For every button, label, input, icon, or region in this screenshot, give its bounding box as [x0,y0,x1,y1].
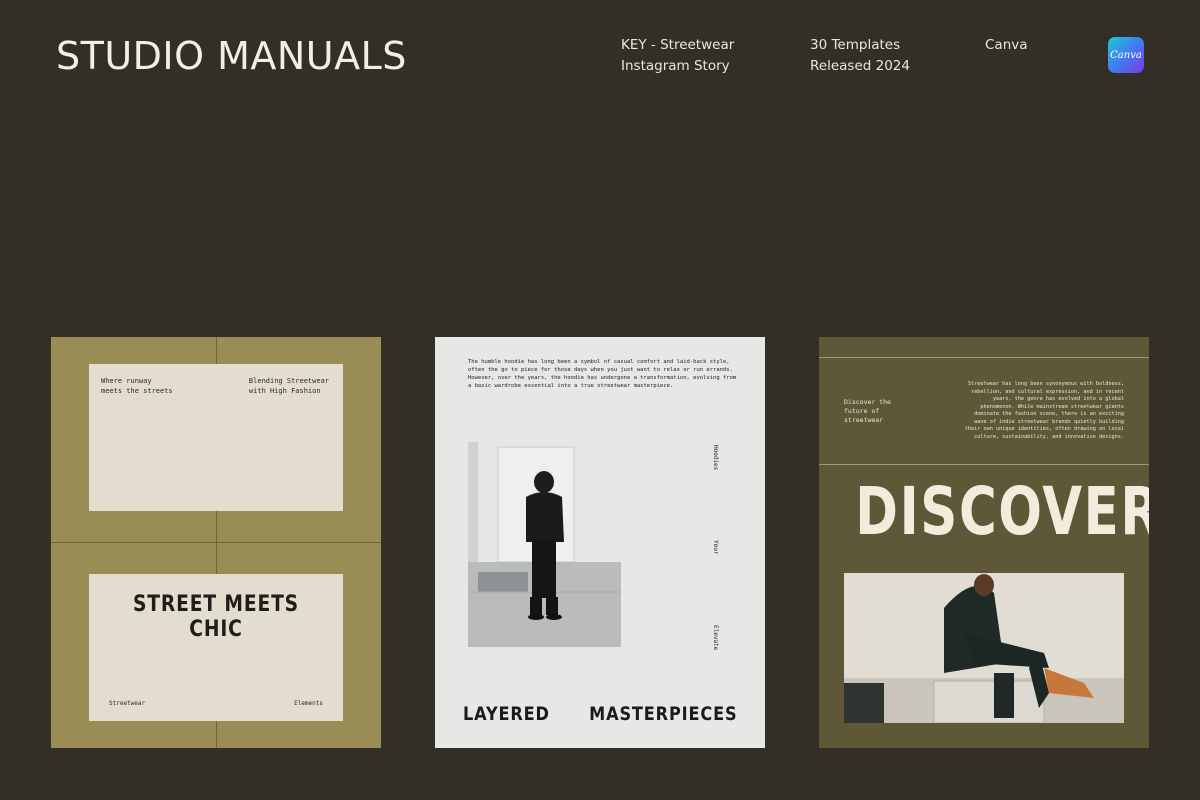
vertical-word-elevate: Elevate [712,625,719,651]
bottom-panel: STREET MEETS CHIC Streetwear Elements [89,574,343,721]
meta-templates-line1: 30 Templates [810,37,901,53]
vertical-word-your: Your [712,540,719,555]
footer-left-label: Streetwear [109,700,146,707]
meta-product: KEY - Streetwear Instagram Story [621,35,734,76]
headline-right: MASTERPIECES [588,703,737,725]
grid-divider-horizontal [51,542,381,543]
footer-right-label: Elements [294,700,323,707]
meta-templates: 30 Templates Released 2024 [810,35,910,76]
headline-left: LAYERED [463,703,550,725]
canva-logo-label: Canva [1110,49,1142,61]
streetwear-paragraph: Streetwear has long been synonymous with… [964,381,1124,440]
side-caption: Discover the future of streetwear [844,398,891,424]
hooded-man-photo [468,442,621,647]
meta-product-line2: Instagram Story [621,57,730,74]
template-card-street-meets-chic[interactable]: Where runway meets the streets Blending … [51,337,381,748]
canva-logo-icon: Canva [1108,37,1144,73]
hoodie-paragraph: The humble hoodie has long been a symbol… [468,359,737,389]
section-rule [819,464,1149,465]
top-panel: Where runway meets the streets Blending … [89,364,343,511]
tagline-right: Blending Streetwear with High Fashion [248,377,329,395]
tagline-left: Where runway meets the streets [101,377,173,395]
discover-headline: DISCOVER [855,473,1149,550]
seated-model-photo [844,573,1124,723]
top-rule [819,357,1149,358]
card-headline: STREET MEETS CHIC [132,592,300,642]
meta-platform-line1: Canva [985,37,1028,53]
brand-title: STUDIO MANUALS [56,34,407,78]
template-card-discover[interactable]: Discover the future of streetwear Street… [819,337,1149,748]
meta-platform: Canva [985,35,1028,56]
template-card-layered-masterpieces[interactable]: The humble hoodie has long been a symbol… [435,337,765,748]
meta-templates-line2: Released 2024 [810,57,910,74]
meta-product-line1: KEY - Streetwear [621,37,735,53]
vertical-word-hoodies: Hoodies [712,445,719,471]
